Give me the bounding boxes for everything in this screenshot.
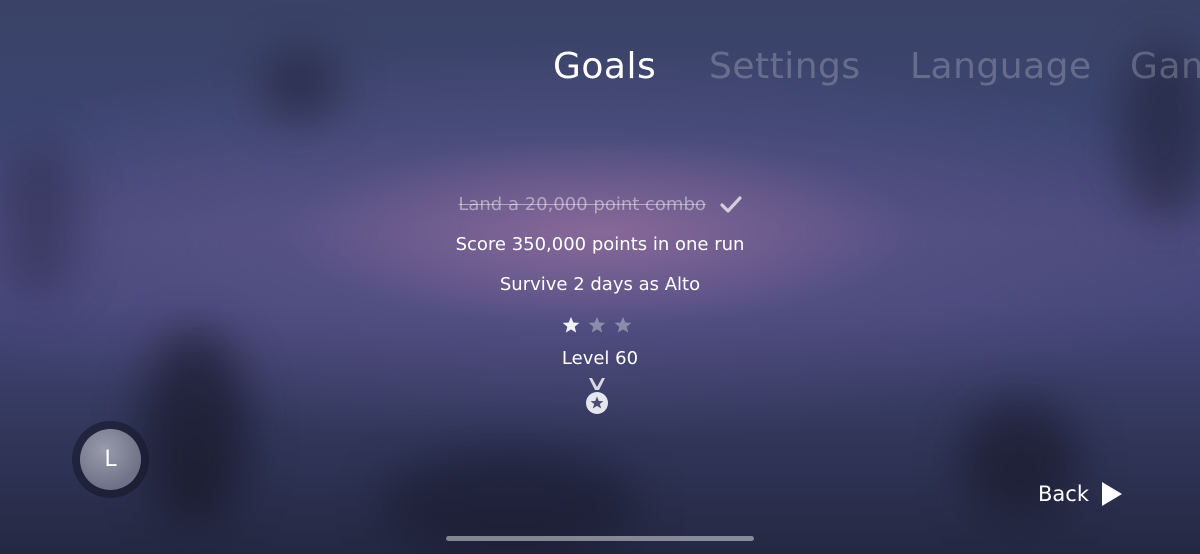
star-rating <box>562 316 642 336</box>
star-empty-icon <box>588 316 606 333</box>
check-icon <box>720 196 742 213</box>
level-label: Level 60 <box>561 348 639 369</box>
medal-icon <box>586 378 608 414</box>
tab-goals[interactable]: Goals <box>553 46 656 87</box>
tab-settings[interactable]: Settings <box>709 46 861 87</box>
goal-text: Survive 2 days as Alto <box>499 274 701 295</box>
tab-game[interactable]: Gam <box>1130 46 1200 87</box>
star-filled-icon <box>562 316 580 333</box>
home-indicator[interactable] <box>446 536 754 541</box>
goal-item: Survive 2 days as Alto <box>0 270 1200 310</box>
star-empty-icon <box>614 316 632 333</box>
menu-tabs: Goals Settings Language Gam <box>0 46 1200 96</box>
goal-item-completed: Land a 20,000 point combo <box>0 190 1200 230</box>
goals-list: Land a 20,000 point combo Score 350,000 … <box>0 190 1200 310</box>
profile-button[interactable]: L <box>72 421 149 498</box>
tab-language[interactable]: Language <box>910 46 1092 87</box>
goal-text: Land a 20,000 point combo <box>458 194 706 215</box>
back-button[interactable]: Back <box>1038 479 1123 509</box>
play-triangle-icon <box>1101 482 1122 506</box>
goal-item: Score 350,000 points in one run <box>0 230 1200 270</box>
avatar[interactable]: L <box>80 429 141 490</box>
back-label: Back <box>1038 482 1089 506</box>
goal-text: Score 350,000 points in one run <box>455 234 745 255</box>
